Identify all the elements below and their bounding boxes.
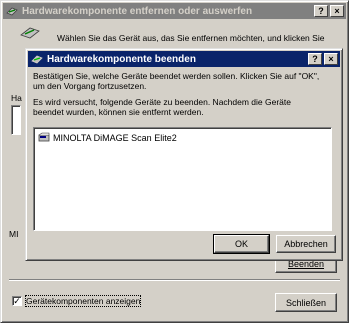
inner-dialog: Hardwarekomponente beenden ? × Bestätige… bbox=[25, 48, 343, 261]
info-text-line1: Es wird versucht, folgende Geräte zu bee… bbox=[33, 97, 291, 107]
outer-list-label: Ha bbox=[11, 93, 22, 103]
hardware-icon-small bbox=[31, 54, 43, 64]
outer-titlebar[interactable]: Hardwarekomponente entfernen oder auswer… bbox=[3, 3, 346, 19]
outer-title: Hardwarekomponente entfernen oder auswer… bbox=[22, 5, 253, 17]
inner-title: Hardwarekomponente beenden bbox=[47, 53, 196, 65]
inner-titlebar[interactable]: Hardwarekomponente beenden ? × bbox=[28, 51, 340, 67]
outer-instruction-text: Wählen Sie das Gerät aus, das Sie entfer… bbox=[57, 33, 325, 43]
show-components-label[interactable]: Gerätekomponenten anzeigen bbox=[24, 295, 142, 307]
ok-button[interactable]: OK bbox=[213, 234, 270, 254]
outer-device-list[interactable] bbox=[11, 105, 21, 135]
confirm-text-line2: um den Vorgang fortzusetzen. bbox=[33, 81, 147, 91]
info-text-line2: beendet wurden, können sie entfernt werd… bbox=[33, 107, 204, 117]
outer-device-label: MI bbox=[9, 229, 19, 239]
cancel-button-label: Abbrechen bbox=[284, 239, 328, 249]
outer-help-button[interactable]: ? bbox=[314, 5, 328, 17]
outer-close-button[interactable]: × bbox=[330, 5, 344, 17]
close-dialog-button[interactable]: Schließen bbox=[275, 293, 337, 312]
ok-button-label: OK bbox=[234, 239, 248, 249]
confirm-text-line1: Bestätigen Sie, welche Geräte beendet we… bbox=[33, 71, 320, 81]
hardware-icon bbox=[6, 6, 18, 16]
checkmark-icon: ✓ bbox=[13, 296, 21, 306]
close-dialog-button-label: Schließen bbox=[285, 297, 327, 308]
list-item[interactable]: MINOLTA DiMAGE Scan Elite2 bbox=[38, 132, 177, 143]
outer-separator bbox=[9, 279, 340, 281]
outer-instruction-icon bbox=[19, 24, 41, 42]
devices-to-stop-list[interactable]: MINOLTA DiMAGE Scan Elite2 bbox=[33, 127, 332, 231]
inner-help-button[interactable]: ? bbox=[308, 53, 322, 65]
show-components-checkbox[interactable]: ✓ bbox=[12, 296, 22, 306]
scanner-icon bbox=[38, 132, 50, 143]
device-name: MINOLTA DiMAGE Scan Elite2 bbox=[53, 132, 177, 143]
inner-close-button[interactable]: × bbox=[324, 53, 338, 65]
cancel-button[interactable]: Abbrechen bbox=[276, 235, 336, 253]
